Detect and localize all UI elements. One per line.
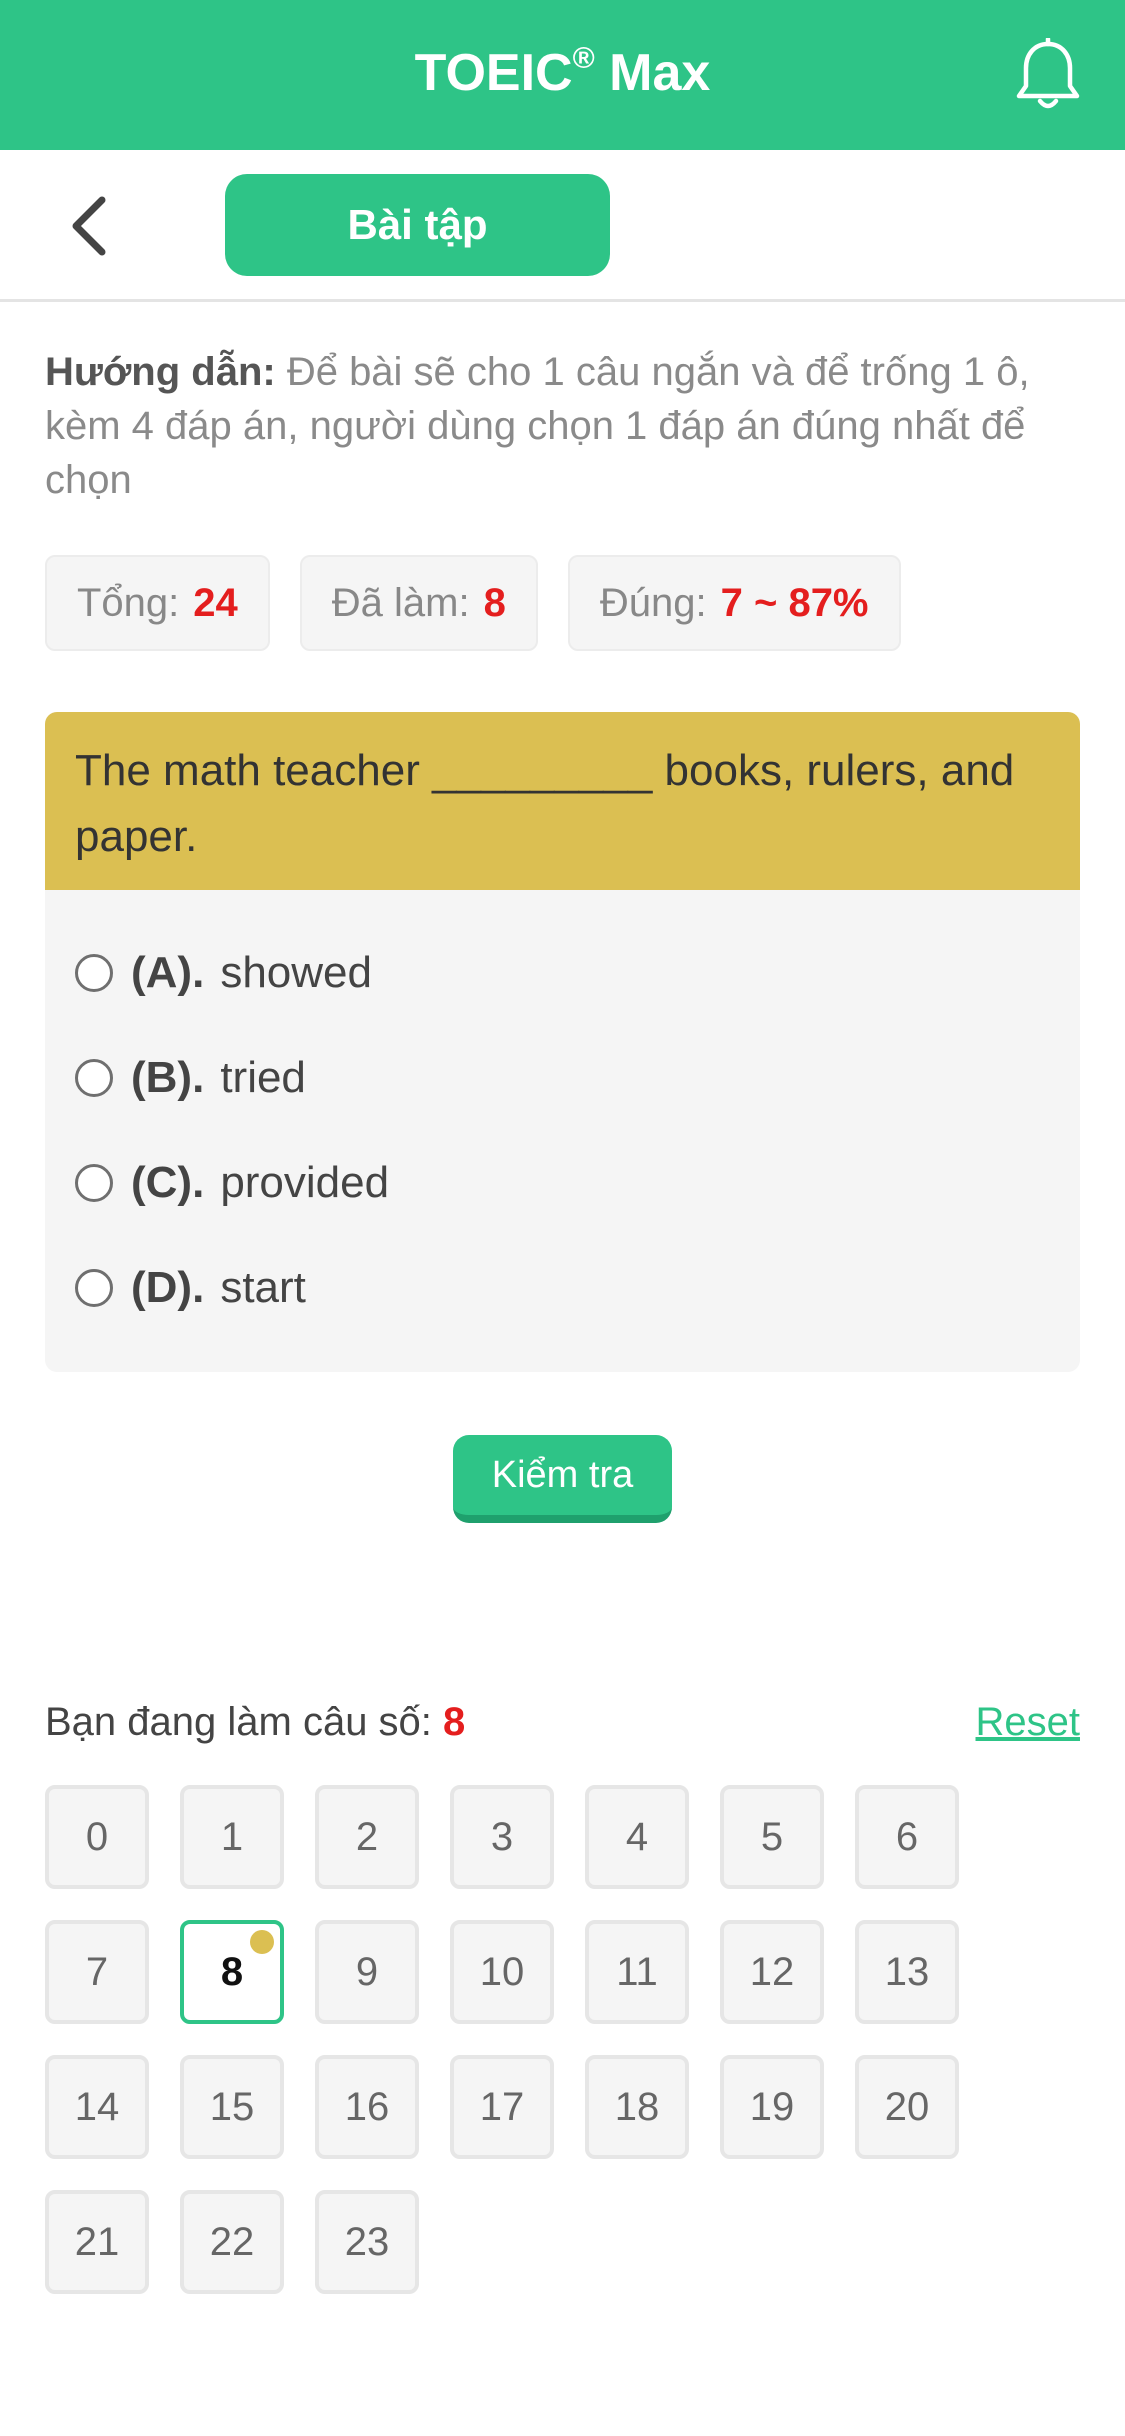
question-number-button[interactable]: 13 [855,1920,959,2024]
question-number-button[interactable]: 11 [585,1920,689,2024]
radio-button[interactable] [75,1058,113,1097]
radio-button[interactable] [75,1268,113,1307]
stat-done: Đã làm: 8 [299,555,538,651]
app-title: TOEIC® Max [414,42,711,102]
app-bar: TOEIC® Max [0,0,1125,150]
option-b[interactable]: (B). tried [75,1025,1050,1130]
question-number-button[interactable]: 18 [585,2055,689,2159]
question-number-button[interactable]: 3 [450,1785,554,1889]
bell-icon[interactable] [1013,38,1083,112]
check-button[interactable]: Kiểm tra [453,1435,672,1523]
option-a[interactable]: (A). showed [75,920,1050,1025]
question-number-button[interactable]: 4 [585,1785,689,1889]
question-number-button[interactable]: 10 [450,1920,554,2024]
question-number-button[interactable]: 8 [180,1920,284,2024]
stat-correct: Đúng: 7 ~ 87% [567,555,901,651]
progress-row: Bạn đang làm câu số: 8 Reset [45,1700,1080,1760]
question-number-button[interactable]: 16 [315,2055,419,2159]
instruction-text: Hướng dẫn: Để bài sẽ cho 1 câu ngắn và đ… [45,350,1030,502]
question-number-button[interactable]: 9 [315,1920,419,2024]
exercise-tab-button[interactable]: Bài tập [225,174,610,276]
instruction-label: Hướng dẫn: [45,350,276,394]
question-number-button[interactable]: 22 [180,2190,284,2294]
question-number-button[interactable]: 2 [315,1785,419,1889]
question-number-button[interactable]: 20 [855,2055,959,2159]
question-number-button[interactable]: 5 [720,1785,824,1889]
radio-button[interactable] [75,953,113,992]
radio-button[interactable] [75,1163,113,1202]
question-number-button[interactable]: 0 [45,1785,149,1889]
option-d[interactable]: (D). start [75,1235,1050,1340]
question-number-button[interactable]: 23 [315,2190,419,2294]
current-question-label: Bạn đang làm câu số: 8 [45,1700,466,1744]
stats-row: Tổng: 24 Đã làm: 8 Đúng: 7 ~ 87% [45,555,901,651]
question-number-button[interactable]: 1 [180,1785,284,1889]
question-number-button[interactable]: 21 [45,2190,149,2294]
question-text: The math teacher _________ books, rulers… [45,712,1080,890]
question-number-button[interactable]: 17 [450,2055,554,2159]
question-number-button[interactable]: 6 [855,1785,959,1889]
reset-link[interactable]: Reset [976,1700,1081,1745]
current-indicator-dot [250,1930,274,1954]
question-number-button[interactable]: 15 [180,2055,284,2159]
question-number-button[interactable]: 12 [720,1920,824,2024]
back-arrow-icon[interactable] [62,194,122,258]
answer-options: (A). showed (B). tried (C). provided (D). st… [45,890,1080,1370]
question-card: The math teacher _________ books, rulers… [45,712,1080,1372]
option-c[interactable]: (C). provided [75,1130,1050,1235]
question-number-button[interactable]: 14 [45,2055,149,2159]
question-number-grid: 0 1 2 3 4 5 6 7 8 9 10 11 12 13 14 15 16 17 18 19 20 21 22 23 [45,1785,1025,2294]
question-number-button[interactable]: 19 [720,2055,824,2159]
question-number-button[interactable]: 7 [45,1920,149,2024]
sub-header: Bài tập [0,150,1125,302]
stat-total: Tổng: 24 [45,555,270,651]
